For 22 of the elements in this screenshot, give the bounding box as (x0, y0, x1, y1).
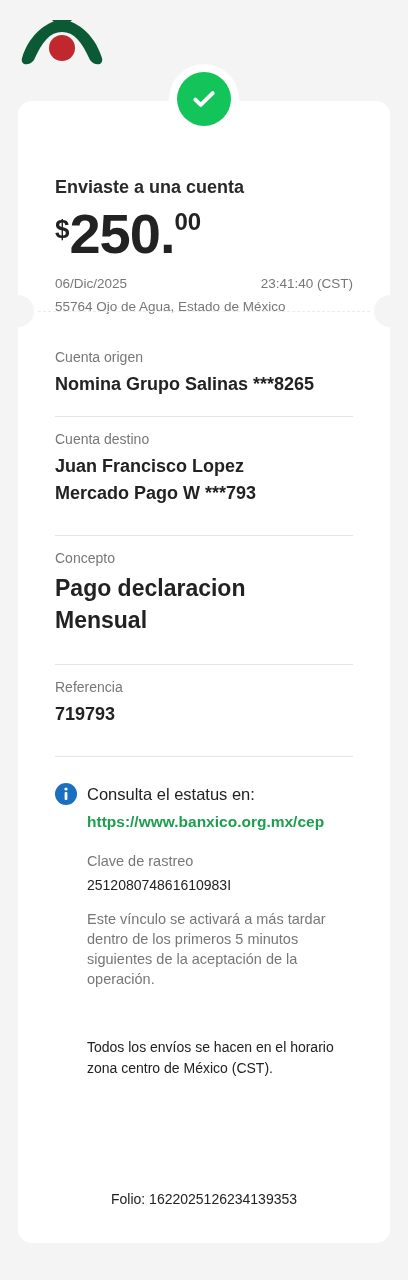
success-check-icon (177, 72, 231, 126)
tracking-value: 251208074861610983I (87, 877, 233, 893)
logo-icon (20, 18, 104, 66)
tracking-label: Clave de rastreo (87, 852, 195, 871)
disclaimer: Este vínculo se activará a más tardar dentro de los primeros 5 minutos siguientes de la aceptación de la operación. (87, 910, 327, 989)
location: 55764 Ojo de Agua, Estado de México (55, 299, 286, 314)
field-label: Concepto (55, 550, 116, 566)
field-value: 719793 (55, 703, 117, 726)
banxico-link[interactable]: https://www.banxico.org.mx/cep (87, 813, 353, 831)
field-label: Cuenta origen (55, 349, 144, 365)
date: 06/Dic/2025 (55, 276, 128, 291)
timezone-note: Todos los envíos se hacen en el horario zona centro de México (CST). (87, 1038, 335, 1078)
field-value: Juan Francisco Lopez Mercado Pago W ***793 (55, 455, 258, 505)
receipt-title: Enviaste a una cuenta (55, 177, 246, 198)
info-heading: Consulta el estatus en: (87, 784, 255, 804)
field-value: Pago declaracion Mensual (55, 574, 247, 635)
time: 23:41:40 (CST) (260, 276, 353, 291)
folio: Folio: 1622025126234139353 (109, 1191, 299, 1207)
info-icon (55, 783, 77, 805)
field-label: Cuenta destino (55, 431, 151, 447)
field-label: Referencia (55, 679, 124, 695)
field-value: Nomina Grupo Salinas ***8265 (55, 373, 316, 396)
